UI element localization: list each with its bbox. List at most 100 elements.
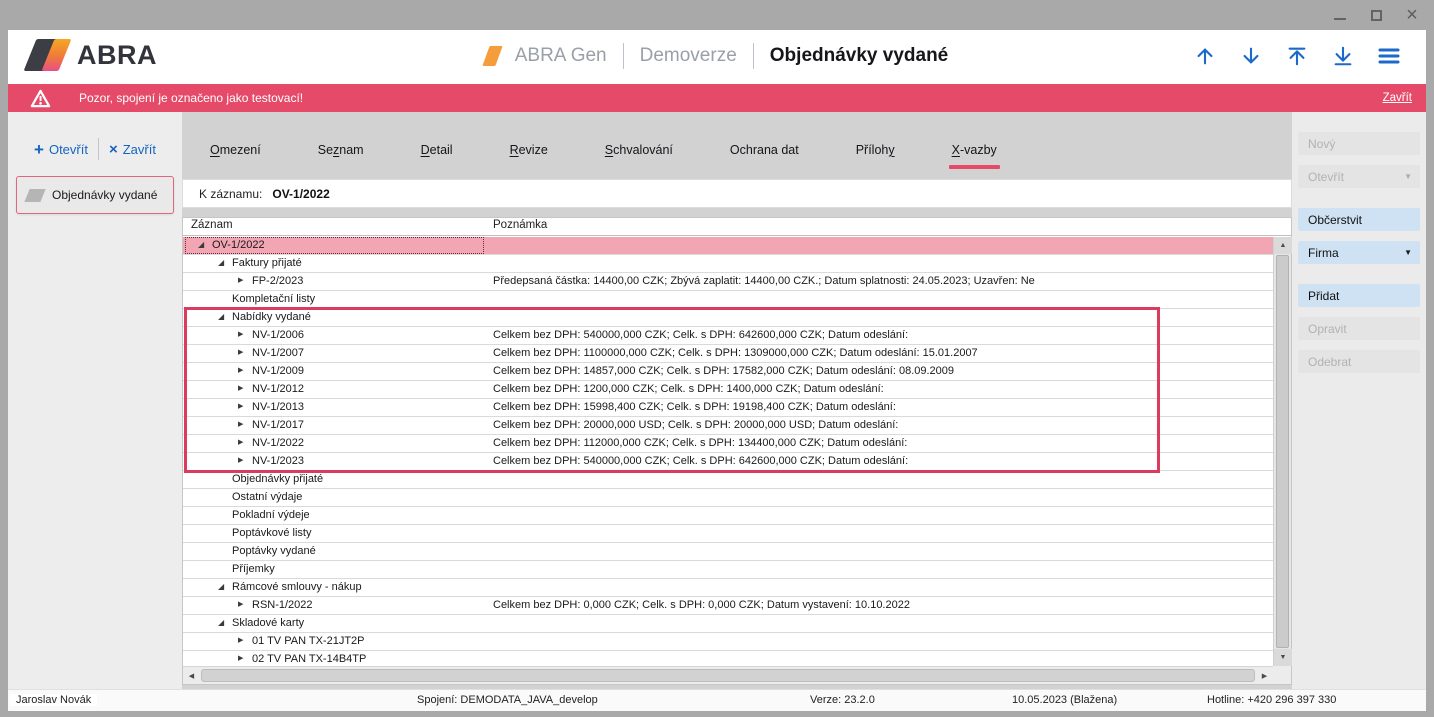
banner-close-link[interactable]: Zavřít <box>1383 92 1412 104</box>
collapsed-icon[interactable]: ▶ <box>238 329 252 338</box>
record-label: NV-1/2023 <box>252 455 304 467</box>
close-x-icon: × <box>109 143 118 156</box>
p-idat-button[interactable]: Přidat <box>1298 284 1420 307</box>
tree-row-nv-1-2007[interactable]: ▶NV-1/2007Celkem bez DPH: 1100000,000 CZ… <box>183 345 1274 363</box>
collapsed-icon[interactable]: ▶ <box>238 437 252 446</box>
scrollbar-corner <box>1273 666 1291 684</box>
expanded-icon[interactable]: ◢ <box>218 257 232 267</box>
table-rows: ◢OV-1/2022◢Faktury přijaté▶FP-2/2023Před… <box>183 237 1274 669</box>
no-expand-spacer <box>218 545 232 546</box>
tree-row-skladov-karty[interactable]: ◢Skladové karty <box>183 615 1274 633</box>
maximize-icon[interactable] <box>1368 7 1384 23</box>
expanded-icon[interactable]: ◢ <box>198 239 212 249</box>
collapsed-icon[interactable]: ▶ <box>238 635 252 644</box>
tree-row-nv-1-2013[interactable]: ▶NV-1/2013Celkem bez DPH: 15998,400 CZK;… <box>183 399 1274 417</box>
vertical-scroll-thumb[interactable] <box>1276 255 1289 648</box>
collapsed-icon[interactable]: ▶ <box>238 419 252 428</box>
odebrat-button: Odebrat <box>1298 350 1420 373</box>
close-agenda-button[interactable]: × Zavřít <box>109 142 156 157</box>
tree-row-nv-1-2012[interactable]: ▶NV-1/2012Celkem bez DPH: 1200,000 CZK; … <box>183 381 1274 399</box>
collapsed-icon[interactable]: ▶ <box>238 383 252 392</box>
tab-x-vazby[interactable]: X-vazby <box>952 143 997 161</box>
collapsed-icon[interactable]: ▶ <box>238 401 252 410</box>
tree-row-nv-1-2022[interactable]: ▶NV-1/2022Celkem bez DPH: 112000,000 CZK… <box>183 435 1274 453</box>
record-bar-value: OV-1/2022 <box>272 187 329 201</box>
tree-row-fp-2-2023[interactable]: ▶FP-2/2023Předepsaná částka: 14400,00 CZ… <box>183 273 1274 291</box>
opravit-button: Opravit <box>1298 317 1420 340</box>
tree-row-nab-dky-vydan[interactable]: ◢Nabídky vydané <box>183 309 1274 327</box>
move-up-icon[interactable] <box>1192 43 1218 69</box>
scroll-down-icon[interactable]: ▼ <box>1274 649 1292 666</box>
move-down-icon[interactable] <box>1238 43 1264 69</box>
tab-ochrana-dat[interactable]: Ochrana dat <box>730 143 799 161</box>
column-header-zaznam[interactable]: Záznam <box>191 219 233 231</box>
tree-row-nv-1-2023[interactable]: ▶NV-1/2023Celkem bez DPH: 540000,000 CZK… <box>183 453 1274 471</box>
tree-row-objedn-vky-p-ijat[interactable]: Objednávky přijaté <box>183 471 1274 489</box>
minimize-icon[interactable] <box>1332 7 1348 23</box>
agenda-item-label: Objednávky vydané <box>52 188 157 202</box>
tab-p-lohy[interactable]: Přílohy <box>856 143 895 161</box>
collapsed-icon[interactable]: ▶ <box>238 599 252 608</box>
menu-icon[interactable] <box>1376 43 1402 69</box>
dropdown-caret-icon[interactable]: ▼ <box>1404 172 1412 181</box>
ob-erstvit-button[interactable]: Občerstvit <box>1298 208 1420 231</box>
status-bar: Jaroslav Novák Spojení: DEMODATA_JAVA_de… <box>8 689 1426 711</box>
tree-row-kompleta-n-listy[interactable]: Kompletační listy <box>183 291 1274 309</box>
scroll-left-icon[interactable]: ◀ <box>183 667 200 684</box>
tree-row-popt-vkov-listy[interactable]: Poptávkové listy <box>183 525 1274 543</box>
warning-banner: Pozor, spojení je označeno jako testovac… <box>8 84 1426 112</box>
close-agenda-label: Zavřít <box>123 142 156 157</box>
tab-revize[interactable]: Revize <box>510 143 548 161</box>
close-icon[interactable]: × <box>1404 7 1420 23</box>
tree-row-ostatn-v-daje[interactable]: Ostatní výdaje <box>183 489 1274 507</box>
vertical-scrollbar[interactable]: ▲ ▼ <box>1273 237 1291 666</box>
tab-omezen[interactable]: Omezení <box>210 143 261 161</box>
record-note: Celkem bez DPH: 14857,000 CZK; Celk. s D… <box>493 365 954 377</box>
tree-row-nv-1-2006[interactable]: ▶NV-1/2006Celkem bez DPH: 540000,000 CZK… <box>183 327 1274 345</box>
tree-row-rsn-1-2022[interactable]: ▶RSN-1/2022Celkem bez DPH: 0,000 CZK; Ce… <box>183 597 1274 615</box>
record-label: NV-1/2012 <box>252 383 304 395</box>
horizontal-scrollbar[interactable]: ◀ ▶ <box>183 666 1273 684</box>
move-last-icon[interactable] <box>1330 43 1356 69</box>
collapsed-icon[interactable]: ▶ <box>238 653 252 662</box>
collapsed-icon[interactable]: ▶ <box>238 455 252 464</box>
tree-row-nv-1-2009[interactable]: ▶NV-1/2009Celkem bez DPH: 14857,000 CZK;… <box>183 363 1274 381</box>
button-label: Přidat <box>1308 289 1339 303</box>
collapsed-icon[interactable]: ▶ <box>238 347 252 356</box>
expanded-icon[interactable]: ◢ <box>218 617 232 627</box>
firma-button[interactable]: Firma▼ <box>1298 241 1420 264</box>
expanded-icon[interactable]: ◢ <box>218 581 232 591</box>
tree-row-nv-1-2017[interactable]: ▶NV-1/2017Celkem bez DPH: 20000,000 USD;… <box>183 417 1274 435</box>
horizontal-scroll-thumb[interactable] <box>201 669 1255 682</box>
no-expand-spacer <box>218 509 232 510</box>
app-name: ABRA Gen <box>515 45 607 67</box>
open-agenda-button[interactable]: + Otevřít <box>34 142 88 157</box>
dropdown-caret-icon[interactable]: ▼ <box>1404 248 1412 257</box>
tree-row-pokladn-v-deje[interactable]: Pokladní výdeje <box>183 507 1274 525</box>
tab-detail[interactable]: Detail <box>421 143 453 161</box>
agenda-item-objednavky-vydane[interactable]: Objednávky vydané <box>16 176 174 214</box>
edition-label: Demoverze <box>640 45 737 67</box>
record-label: NV-1/2006 <box>252 329 304 341</box>
record-label: 02 TV PAN TX-14B4TP <box>252 653 366 665</box>
tab-seznam[interactable]: Seznam <box>318 143 364 161</box>
tab-schvalov-n[interactable]: Schvalování <box>605 143 673 161</box>
record-label: Příjemky <box>232 563 275 575</box>
scroll-up-icon[interactable]: ▲ <box>1274 237 1292 254</box>
tree-row-ov-1-2022[interactable]: ◢OV-1/2022 <box>183 237 1274 255</box>
expanded-icon[interactable]: ◢ <box>218 311 232 321</box>
scroll-right-icon[interactable]: ▶ <box>1256 667 1273 684</box>
collapsed-icon[interactable]: ▶ <box>238 365 252 374</box>
tree-row-popt-vky-vydan[interactable]: Poptávky vydané <box>183 543 1274 561</box>
page-title: Objednávky vydané <box>770 45 948 67</box>
tree-row-p-jemky[interactable]: Příjemky <box>183 561 1274 579</box>
move-first-icon[interactable] <box>1284 43 1310 69</box>
warning-text: Pozor, spojení je označeno jako testovac… <box>79 91 303 105</box>
column-header-poznamka[interactable]: Poznámka <box>493 219 547 231</box>
tree-row-r-mcov-smlouvy-n-kup[interactable]: ◢Rámcové smlouvy - nákup <box>183 579 1274 597</box>
tree-row-01-tv-pan-tx-21jt2p[interactable]: ▶01 TV PAN TX-21JT2P <box>183 633 1274 651</box>
collapsed-icon[interactable]: ▶ <box>238 275 252 284</box>
tree-row-faktury-p-ijat[interactable]: ◢Faktury přijaté <box>183 255 1274 273</box>
status-version: Verze: 23.2.0 <box>810 694 875 706</box>
no-expand-spacer <box>218 491 232 492</box>
